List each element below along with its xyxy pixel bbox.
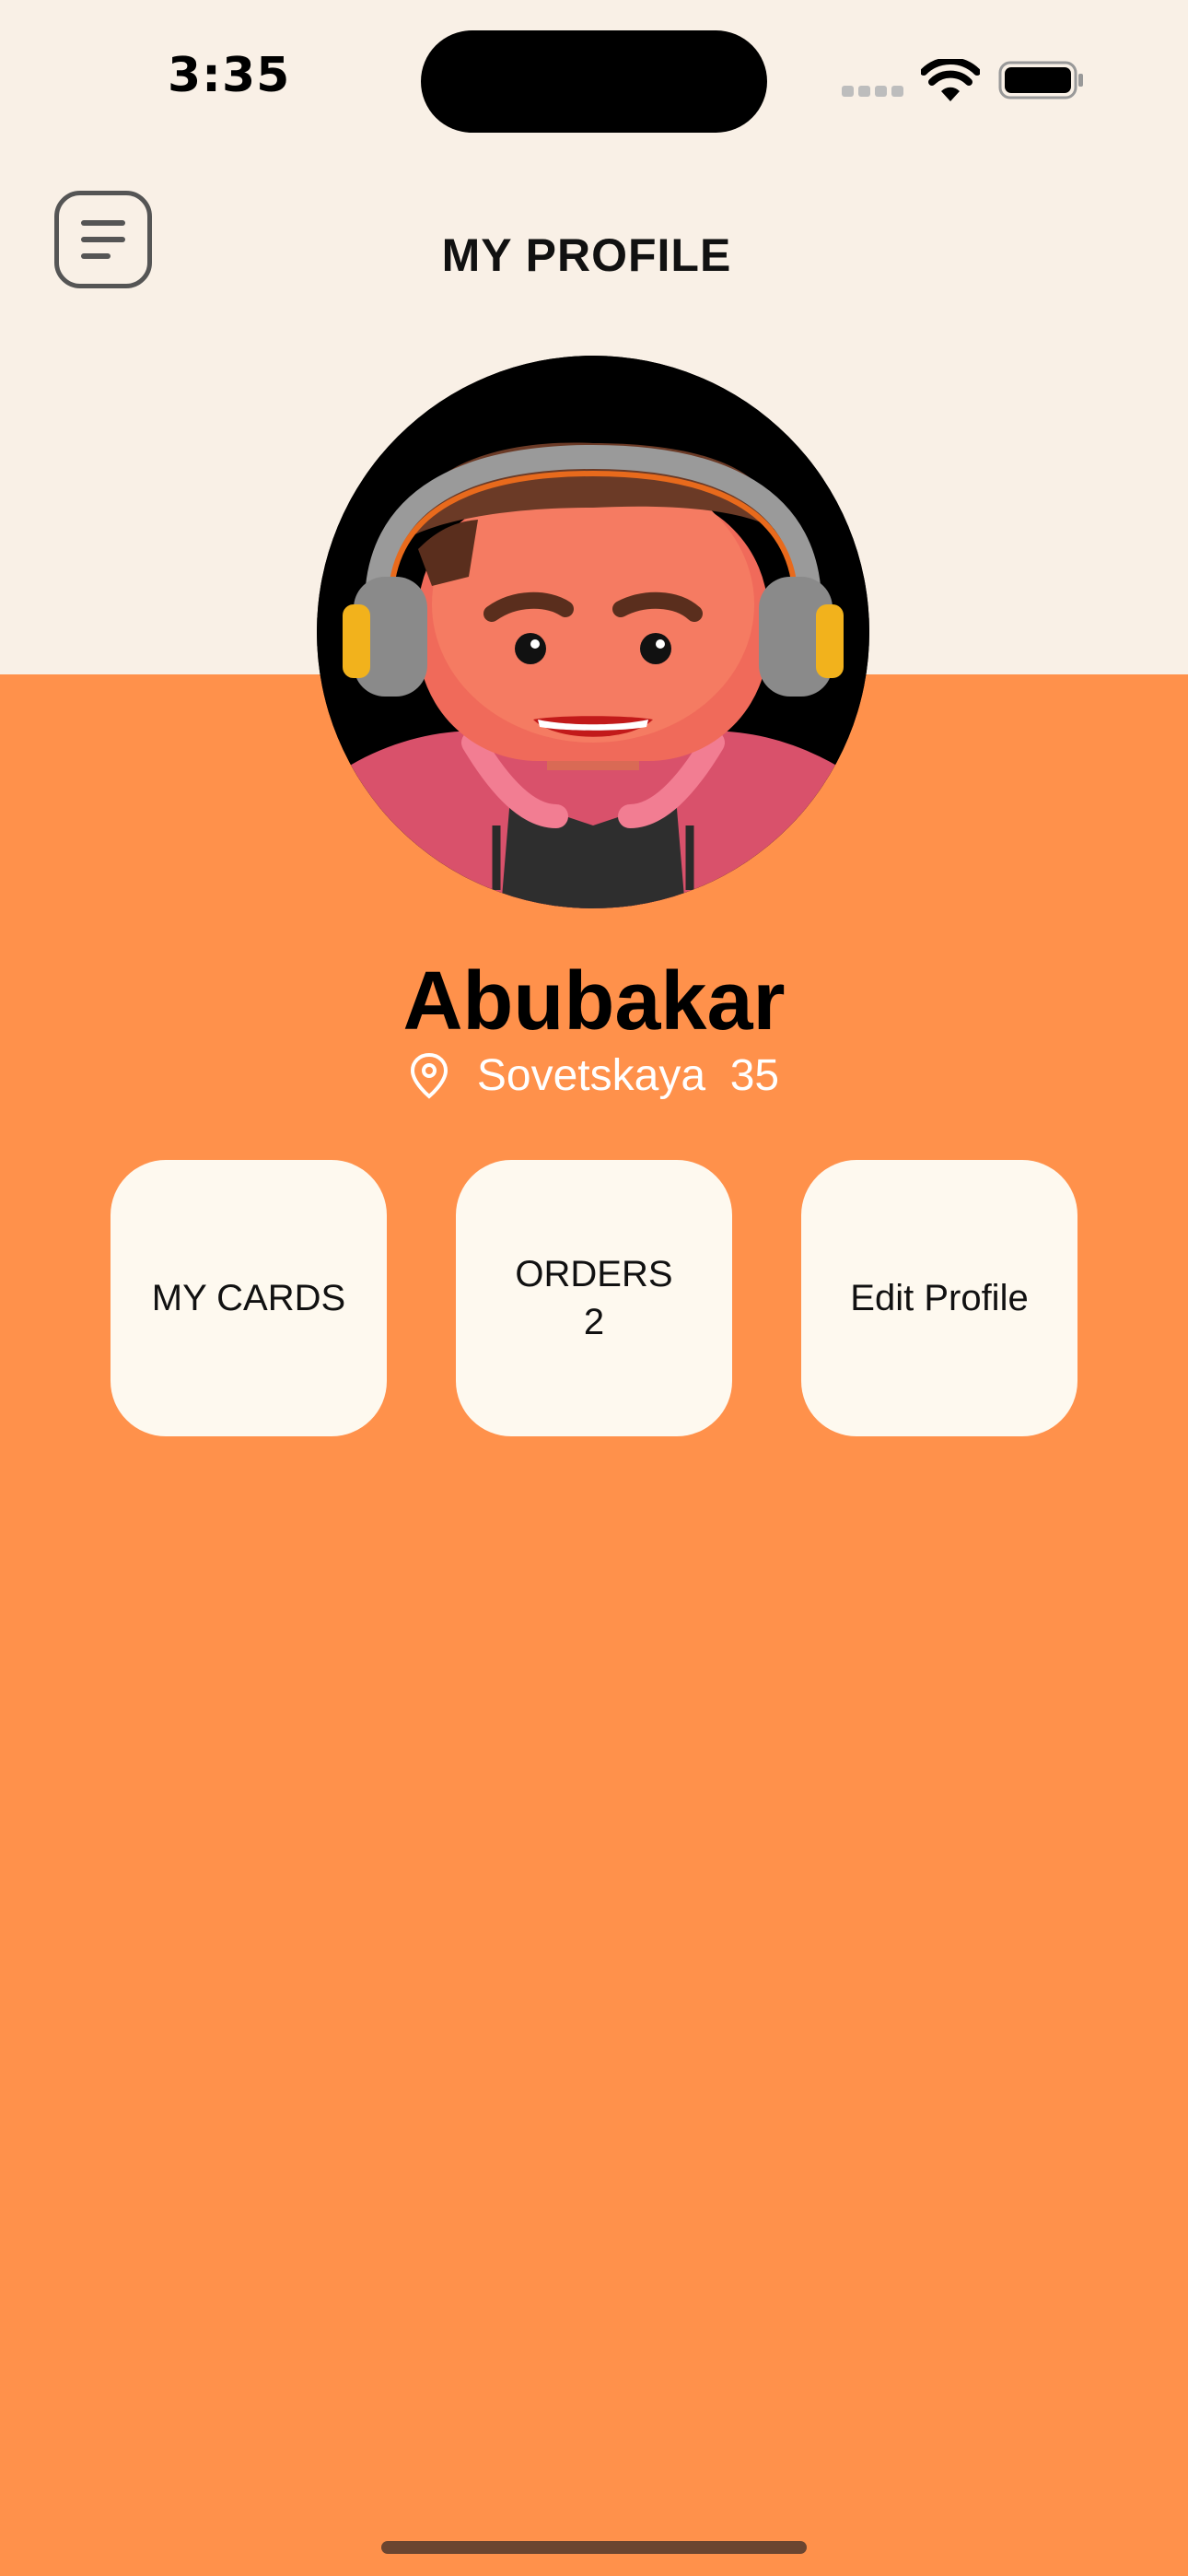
avatar[interactable] (317, 356, 869, 908)
orders-label: ORDERS (515, 1254, 673, 1294)
my-cards-label: MY CARDS (151, 1278, 346, 1318)
location-row: Sovetskaya 35 (0, 1050, 1188, 1101)
profile-screen: 3:35 MY PROFILE Abubakar Sovetskaya 35 M… (0, 0, 1188, 2576)
my-cards-button[interactable]: MY CARDS (111, 1160, 387, 1436)
page-title: MY PROFILE (441, 229, 732, 281)
edit-profile-label: Edit Profile (850, 1278, 1029, 1318)
edit-profile-button[interactable]: Edit Profile (801, 1160, 1077, 1436)
cellular-signal-icon (842, 86, 904, 97)
dynamic-island (421, 30, 767, 133)
status-time: 3:35 (168, 48, 291, 103)
wifi-icon (921, 59, 980, 101)
orders-button[interactable]: ORDERS 2 (456, 1160, 732, 1436)
home-indicator[interactable] (381, 2541, 807, 2554)
orders-count: 2 (583, 1302, 605, 1342)
map-pin-icon (410, 1052, 448, 1099)
location-text: Sovetskaya 35 (476, 1051, 780, 1100)
user-name: Abubakar (402, 955, 786, 1048)
battery-icon (998, 61, 1083, 100)
avatar-headphones-illustration (317, 356, 869, 908)
